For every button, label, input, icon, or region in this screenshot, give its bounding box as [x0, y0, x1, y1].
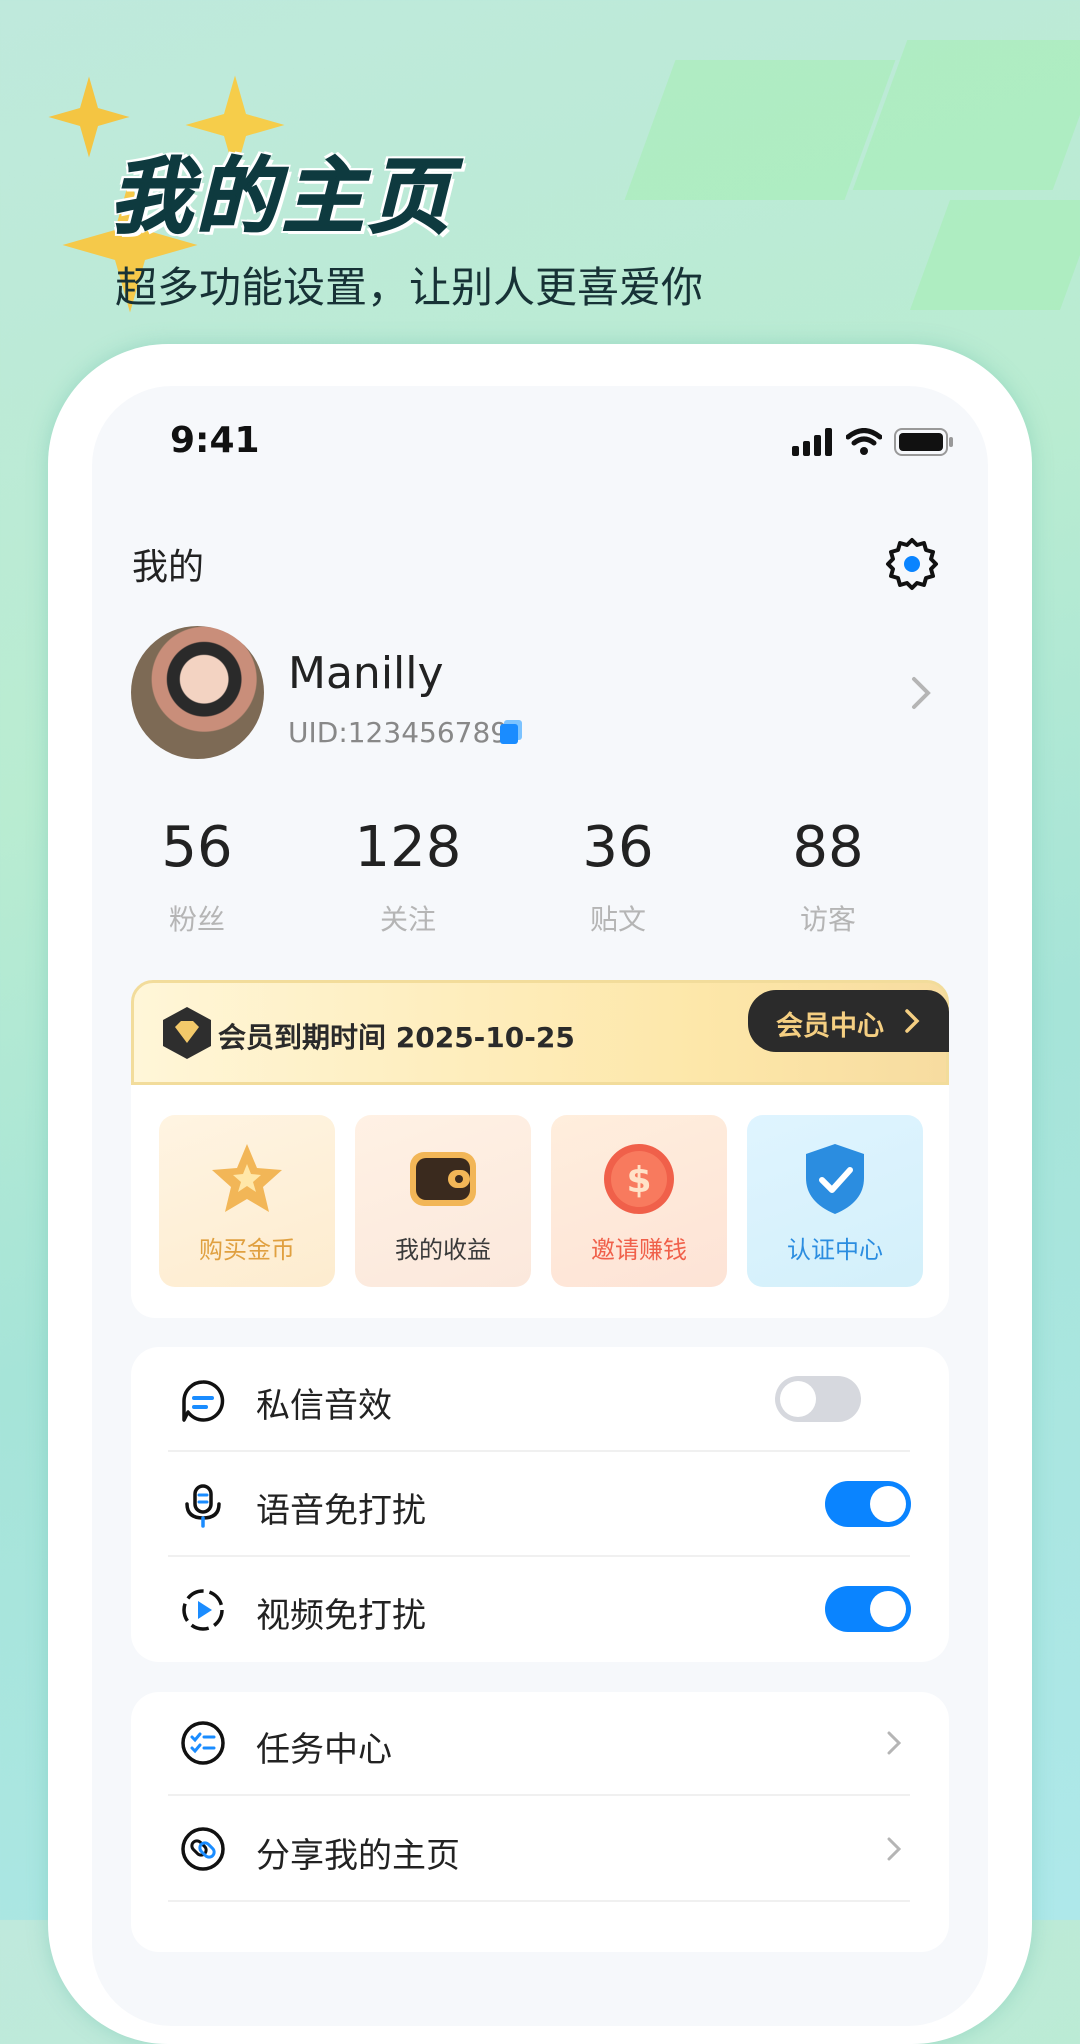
menu-item-label: 分享我的主页 [256, 1836, 460, 1876]
shield-check-icon [806, 1144, 864, 1214]
hero-subtitle: 超多功能设置，让别人更喜爱你 [115, 263, 704, 312]
divider [168, 1900, 910, 1902]
signal-icon [792, 428, 832, 456]
quick-action-label: 认证中心 [787, 1236, 883, 1264]
toggle-knob [870, 1591, 906, 1627]
diamond-badge-icon [163, 1007, 211, 1059]
voice-dnd-toggle[interactable] [825, 1481, 911, 1527]
svg-text:$: $ [626, 1160, 651, 1201]
toggle-label: 语音免打扰 [256, 1491, 426, 1531]
divider [168, 1555, 910, 1557]
star-coin-icon [212, 1144, 282, 1212]
quick-action-label: 购买金币 [199, 1236, 295, 1264]
toggle-knob [870, 1486, 906, 1522]
wallet-icon [410, 1152, 476, 1206]
hero-title: 我的主页 [109, 149, 454, 246]
menu-item-label: 任务中心 [256, 1730, 392, 1770]
member-center-label: 会员中心 [776, 1011, 884, 1042]
user-id: UID:123456789 [288, 716, 509, 749]
video-dnd-toggle[interactable] [825, 1586, 911, 1632]
stat-following-label: 关注 [379, 903, 436, 936]
stat-posts-label: 贴文 [589, 903, 646, 936]
video-play-icon [182, 1589, 224, 1631]
quick-action-label: 我的收益 [395, 1236, 491, 1264]
battery-icon [894, 428, 953, 456]
page-title: 我的 [132, 547, 205, 588]
microphone-icon [185, 1484, 221, 1528]
stat-following-value[interactable]: 128 [338, 815, 478, 880]
username: Manilly [288, 648, 444, 699]
dollar-coin-icon: $ [604, 1144, 674, 1214]
message-sound-toggle[interactable] [775, 1376, 861, 1422]
task-list-icon [181, 1721, 225, 1765]
copy-icon[interactable] [500, 720, 522, 744]
wifi-icon [846, 428, 882, 455]
menu-item-share-homepage[interactable] [131, 1800, 949, 1890]
membership-expiry: 会员到期时间 2025-10-25 [218, 1021, 575, 1054]
quick-action-label: 邀请赚钱 [591, 1236, 687, 1264]
divider [168, 1794, 910, 1796]
menu-item-task-center[interactable] [131, 1700, 949, 1790]
divider [168, 1450, 910, 1452]
gear-icon[interactable] [884, 536, 940, 592]
status-time: 9:41 [170, 420, 260, 461]
background-shape [909, 200, 1080, 310]
background-shape [624, 60, 896, 200]
stat-posts-value[interactable]: 36 [548, 815, 688, 880]
chevron-right-icon[interactable] [910, 676, 932, 710]
link-icon [181, 1827, 225, 1871]
stat-visitors-label: 访客 [799, 903, 856, 936]
toggle-label: 私信音效 [256, 1386, 392, 1426]
chevron-right-icon [887, 1837, 902, 1861]
stat-fans-label: 粉丝 [168, 903, 225, 936]
toggle-knob [780, 1381, 816, 1417]
chevron-right-icon [905, 1009, 920, 1033]
message-icon [182, 1380, 225, 1422]
chevron-right-icon [887, 1731, 902, 1755]
stat-visitors-value[interactable]: 88 [758, 815, 898, 880]
avatar[interactable] [131, 626, 264, 759]
stat-fans-value[interactable]: 56 [127, 815, 267, 880]
toggle-label: 视频免打扰 [256, 1596, 426, 1636]
